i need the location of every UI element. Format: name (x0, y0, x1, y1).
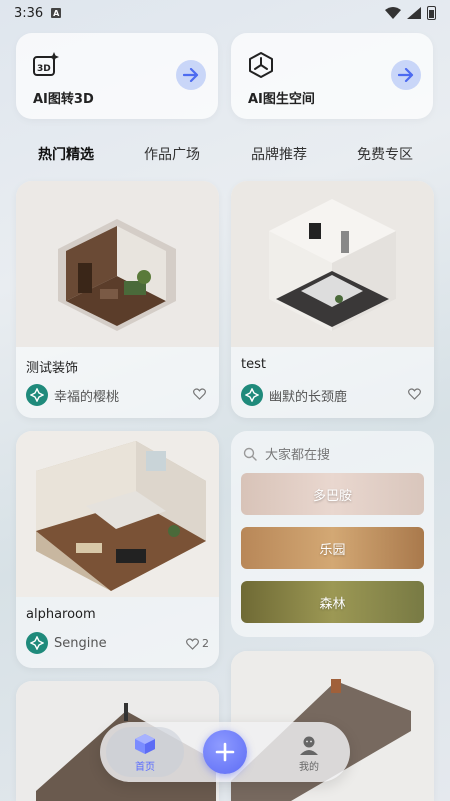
ai-image-to-space-card[interactable]: AI图生空间 (231, 33, 433, 119)
3d-cube-icon: 3D (33, 52, 59, 76)
room-thumbnail (16, 181, 219, 347)
space-cube-icon (249, 52, 273, 78)
feature-label: AI图转3D (33, 92, 94, 107)
search-chip-forest[interactable]: 森林 (241, 581, 424, 623)
author-name: 幽默的长颈鹿 (269, 389, 348, 405)
tab-free-zone[interactable]: 免费专区 (357, 144, 413, 164)
category-tabs: 热门精选 作品广场 品牌推荐 免费专区 (0, 138, 450, 168)
search-input[interactable]: 大家都在搜 (243, 444, 330, 463)
wifi-icon (385, 7, 401, 19)
card-title: 测试装饰 (26, 361, 79, 376)
arrow-right-icon[interactable] (176, 60, 206, 90)
ai-image-to-3d-card[interactable]: 3D AI图转3D (16, 33, 218, 119)
heart-icon (408, 388, 421, 400)
heart-icon (193, 388, 206, 400)
signal-icon (407, 7, 421, 19)
room-thumbnail (231, 181, 434, 347)
tab-works-square[interactable]: 作品广场 (144, 144, 200, 164)
avatar (26, 384, 48, 406)
card-author[interactable]: 幽默的长颈鹿 (241, 384, 347, 406)
nav-home-label: 首页 (135, 761, 155, 773)
home-cube-icon (135, 733, 155, 754)
svg-text:3D: 3D (37, 64, 51, 74)
work-card[interactable]: test 幽默的长颈鹿 (231, 181, 434, 418)
avatar (26, 632, 48, 654)
work-card[interactable]: alpharoom Sengine 2 (16, 431, 219, 668)
card-title: alpharoom (26, 607, 96, 622)
tab-hot-picks[interactable]: 热门精选 (38, 144, 94, 164)
arrow-right-icon[interactable] (391, 60, 421, 90)
author-name: Sengine (54, 635, 107, 651)
like-count: 2 (202, 637, 209, 650)
plus-icon (215, 742, 235, 762)
nav-me[interactable]: 我的 (286, 732, 332, 774)
popular-search-card: 大家都在搜 多巴胺 乐园 森林 (231, 431, 434, 637)
heart-icon (186, 637, 199, 650)
status-time: 3:36 (14, 5, 44, 21)
card-author[interactable]: Sengine (26, 632, 107, 654)
card-author[interactable]: 幸福的樱桃 (26, 384, 119, 406)
battery-icon (427, 6, 436, 20)
room-thumbnail (16, 431, 219, 597)
nav-me-label: 我的 (299, 761, 319, 773)
search-placeholder: 大家都在搜 (265, 448, 331, 463)
nav-home[interactable]: 首页 (106, 727, 184, 777)
search-chip-dopamine[interactable]: 多巴胺 (241, 473, 424, 515)
status-bar: 3:36 A (0, 0, 450, 26)
feature-label: AI图生空间 (248, 92, 315, 107)
like-button[interactable]: 2 (186, 637, 209, 650)
avatar (241, 384, 263, 406)
chip-label: 乐园 (319, 542, 346, 558)
chip-label: 多巴胺 (312, 488, 352, 504)
add-button[interactable] (203, 730, 247, 774)
bottom-navigation: 首页 我的 (100, 722, 350, 782)
search-icon (243, 447, 257, 461)
work-card[interactable]: 测试装饰 幸福的樱桃 (16, 181, 219, 418)
tab-brand-recommend[interactable]: 品牌推荐 (251, 144, 307, 164)
sim-icon: A (51, 8, 62, 18)
like-button[interactable] (193, 388, 209, 400)
search-chip-paradise[interactable]: 乐园 (241, 527, 424, 569)
card-title: test (241, 357, 266, 372)
author-name: 幸福的樱桃 (54, 389, 120, 405)
like-button[interactable] (408, 388, 424, 400)
chip-label: 森林 (319, 596, 346, 612)
user-icon (300, 736, 318, 755)
